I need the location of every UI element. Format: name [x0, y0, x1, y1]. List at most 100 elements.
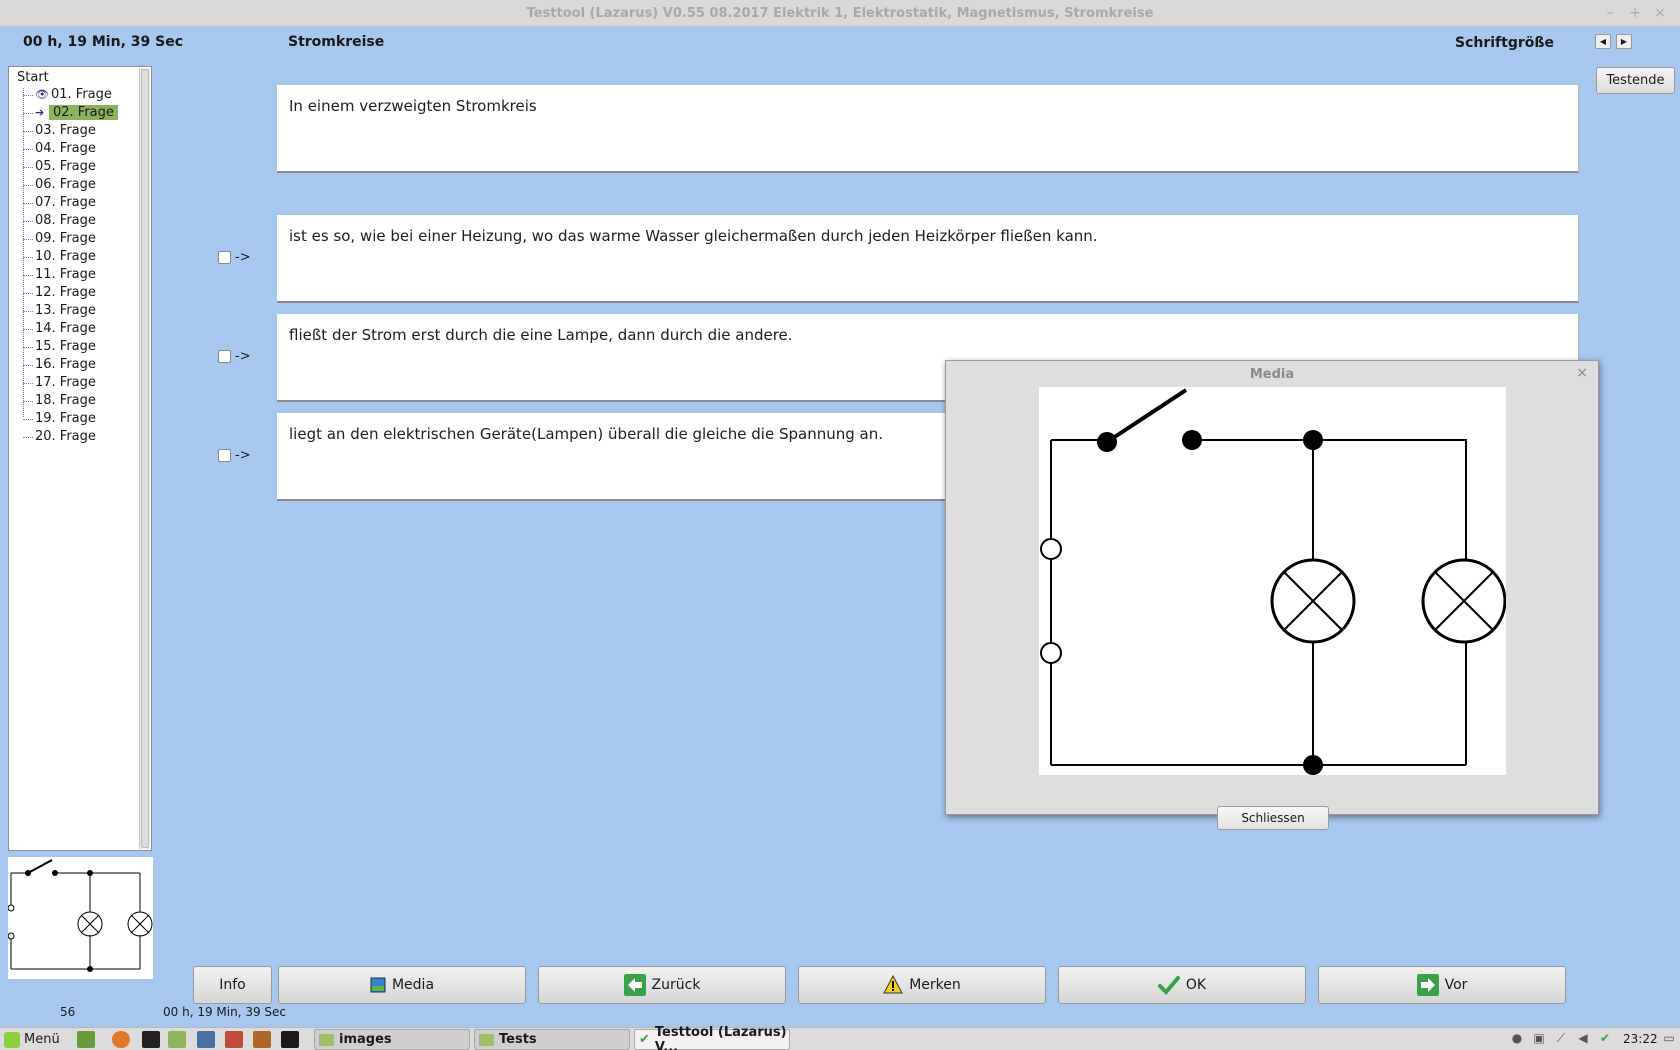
answer-checkbox-3[interactable]: [218, 449, 231, 462]
mark-button[interactable]: Merken: [798, 966, 1046, 1004]
ok-button-label: OK: [1185, 977, 1207, 993]
answer-text-3: liegt an den elektrischen Geräte(Lampen)…: [289, 425, 883, 443]
end-test-button[interactable]: Testende: [1596, 67, 1675, 94]
ok-button[interactable]: OK: [1058, 966, 1306, 1004]
elapsed-timer: 00 h, 19 Min, 39 Sec: [23, 34, 183, 50]
media-button[interactable]: Media: [278, 966, 526, 1004]
task-tests[interactable]: Tests: [474, 1029, 630, 1050]
tree-connector: [23, 203, 33, 204]
answer-checkbox-1[interactable]: [218, 251, 231, 264]
notifications-icon[interactable]: ▭: [1662, 1031, 1676, 1046]
tree-scrollbar-thumb[interactable]: [141, 69, 149, 848]
tree-item-label: 15. Frage: [35, 339, 96, 354]
question-tree[interactable]: Start 👁 01. Frage ➔ 02. Frage 03. Frage 04. F…: [8, 66, 152, 851]
answer-checkbox-row-1: ->: [218, 250, 251, 265]
maximize-button[interactable]: +: [1626, 4, 1644, 22]
terminal-icon[interactable]: [142, 1031, 160, 1048]
answer-text-1: ist es so, wie bei einer Heizung, wo das…: [289, 227, 1098, 245]
list-icon[interactable]: [281, 1031, 299, 1048]
circuit-diagram: [1039, 387, 1507, 775]
clipboard-icon[interactable]: ▣: [1532, 1031, 1546, 1046]
tree-item-frage-12[interactable]: 12. Frage: [23, 284, 133, 302]
show-desktop-icon[interactable]: [77, 1031, 95, 1048]
tree-item-frage-17[interactable]: 17. Frage: [23, 374, 133, 392]
app-icon[interactable]: [225, 1031, 243, 1048]
tree-item-frage-7[interactable]: 07. Frage: [23, 194, 133, 212]
tree-item-frage-6[interactable]: 06. Frage: [23, 176, 133, 194]
tree-item-label: 05. Frage: [35, 159, 96, 174]
tree-connector: [23, 401, 33, 402]
font-size-decrease-button[interactable]: ◀: [1595, 34, 1611, 49]
user-icon[interactable]: ●: [1510, 1031, 1524, 1046]
folder-icon: [319, 1033, 334, 1046]
info-button-label: Info: [219, 977, 246, 993]
tree-item-label: 03. Frage: [35, 123, 96, 138]
screenshot-icon[interactable]: [197, 1031, 215, 1048]
mark-button-label: Merken: [909, 977, 961, 993]
task-testtool[interactable]: ✔ Testtool (Lazarus) V...: [634, 1025, 790, 1050]
media-dialog-close-icon[interactable]: ×: [1576, 365, 1588, 381]
tree-item-label: 09. Frage: [35, 231, 96, 246]
answer-text-2: fließt der Strom erst durch die eine Lam…: [289, 326, 793, 344]
media-close-button[interactable]: Schliessen: [1217, 806, 1329, 830]
tree-root[interactable]: Start: [17, 70, 49, 85]
tree-connector: [23, 113, 33, 114]
tree-item-frage-13[interactable]: 13. Frage: [23, 302, 133, 320]
status-number: 56: [60, 1005, 76, 1019]
tree-connector: [23, 257, 33, 258]
window-close-button[interactable]: ×: [1651, 4, 1669, 22]
tree-item-label: 16. Frage: [35, 357, 96, 372]
start-menu-button[interactable]: Menü: [4, 1030, 60, 1049]
tree-connector: [23, 383, 33, 384]
tree-item-frage-14[interactable]: 14. Frage: [23, 320, 133, 338]
task-images[interactable]: images: [314, 1029, 470, 1050]
tree-item-frage-9[interactable]: 09. Frage: [23, 230, 133, 248]
tree-item-frage-16[interactable]: 16. Frage: [23, 356, 133, 374]
tree-item-frage-4[interactable]: 04. Frage: [23, 140, 133, 158]
tree-item-frage-10[interactable]: 10. Frage: [23, 248, 133, 266]
tree-item-frage-2[interactable]: ➔ 02. Frage: [23, 104, 133, 122]
files-icon[interactable]: [168, 1031, 186, 1048]
tree-item-frage-11[interactable]: 11. Frage: [23, 266, 133, 284]
tree-item-frage-3[interactable]: 03. Frage: [23, 122, 133, 140]
back-button-label: Zurück: [651, 977, 701, 993]
font-size-increase-button[interactable]: ▶: [1616, 34, 1632, 49]
start-menu-label: Menü: [24, 1032, 60, 1047]
window-title-bar: Testtool (Lazarus) V0.55 08.2017 Elektri…: [0, 0, 1680, 27]
answer-box-1: ist es so, wie bei einer Heizung, wo das…: [277, 215, 1579, 303]
folder-icon: [479, 1033, 494, 1046]
answer-checkbox-2[interactable]: [218, 350, 231, 363]
tree-item-frage-5[interactable]: 05. Frage: [23, 158, 133, 176]
tree-item-frage-18[interactable]: 18. Frage: [23, 392, 133, 410]
minimize-button[interactable]: –: [1601, 4, 1619, 22]
tree-item-label: 10. Frage: [35, 249, 96, 264]
warning-icon: [883, 975, 904, 994]
mint-logo-icon: [4, 1031, 20, 1048]
tree-item-frage-15[interactable]: 15. Frage: [23, 338, 133, 356]
info-button[interactable]: Info: [193, 966, 272, 1004]
back-button[interactable]: Zurück: [538, 966, 786, 1004]
tree-item-frage-8[interactable]: 08. Frage: [23, 212, 133, 230]
tree-connector: [23, 329, 33, 330]
library-icon[interactable]: [253, 1031, 271, 1048]
update-shield-icon[interactable]: ✔: [1598, 1031, 1612, 1046]
next-button[interactable]: Vor: [1318, 966, 1566, 1004]
check-icon: [1157, 976, 1180, 995]
tree-scrollbar[interactable]: [139, 68, 150, 849]
network-icon[interactable]: ⟋: [1554, 1031, 1568, 1046]
circuit-thumbnail[interactable]: [7, 857, 153, 979]
tree-connector: [23, 275, 33, 276]
tree-item-label: 02. Frage: [49, 105, 118, 120]
tree-item-label: 04. Frage: [35, 141, 96, 156]
tree-connector: [23, 239, 33, 240]
check-icon: ✔: [639, 1032, 650, 1047]
status-bar: 56 00 h, 19 Min, 39 Sec: [0, 1003, 1680, 1023]
tree-item-frage-19[interactable]: 19. Frage: [23, 410, 133, 428]
firefox-icon[interactable]: [112, 1031, 130, 1048]
tree-item-frage-1[interactable]: 👁 01. Frage: [23, 86, 133, 104]
question-stem-text: In einem verzweigten Stromkreis: [289, 97, 537, 115]
tree-item-frage-20[interactable]: 20. Frage: [23, 428, 133, 446]
answer-arrow-1: ->: [235, 250, 251, 265]
volume-icon[interactable]: ◀: [1576, 1031, 1590, 1046]
status-time: 00 h, 19 Min, 39 Sec: [163, 1005, 287, 1019]
